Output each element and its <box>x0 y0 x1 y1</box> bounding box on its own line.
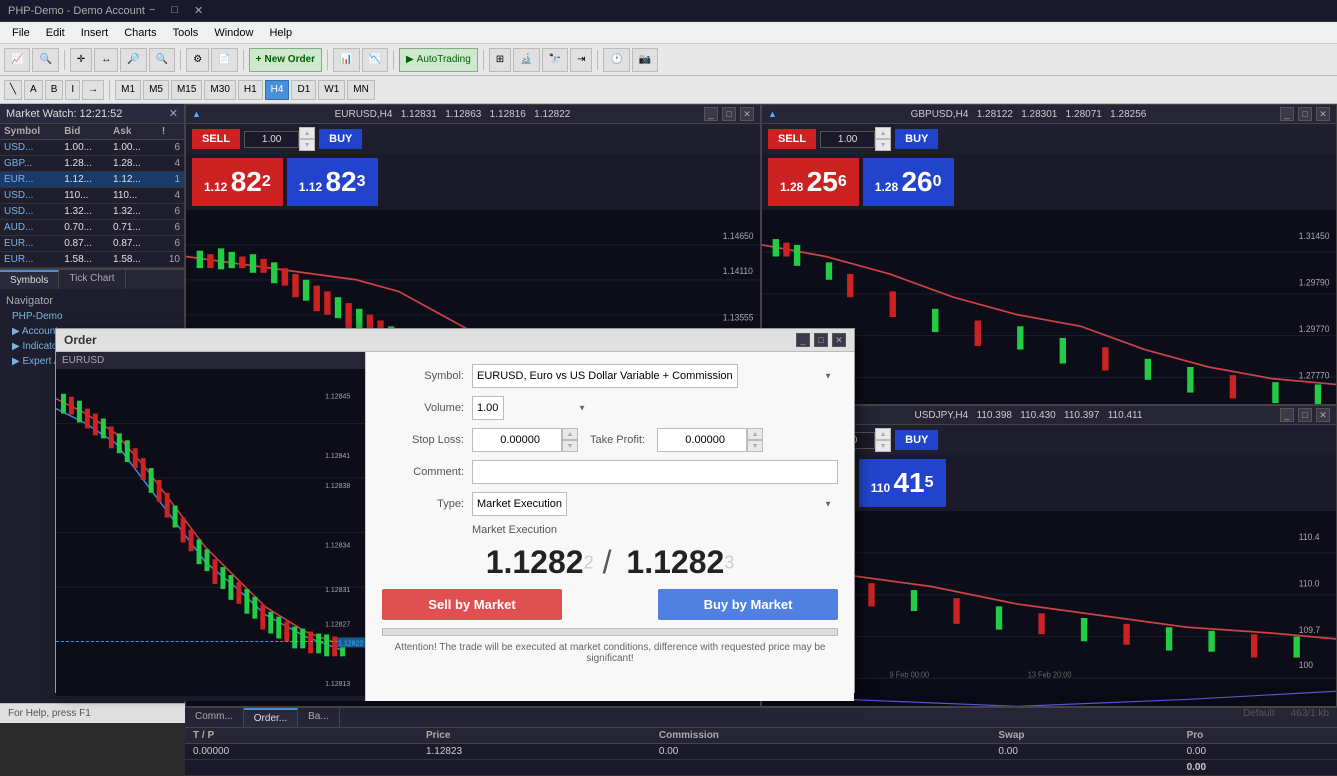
order-price: 1.12823 <box>418 743 651 759</box>
form-symbol-select[interactable]: EURUSD, Euro vs US Dollar Variable + Com… <box>472 364 738 388</box>
form-row-symbol: Symbol: EURUSD, Euro vs US Dollar Variab… <box>382 364 838 388</box>
form-tp-wrap: ▲ ▼ <box>657 428 763 452</box>
form-sl-wrap: ▲ ▼ <box>472 428 578 452</box>
orders-total-label <box>185 759 1179 775</box>
modal-max[interactable]: □ <box>814 333 828 347</box>
svg-text:1.12831: 1.12831 <box>325 587 350 594</box>
form-tp-input[interactable] <box>657 428 747 452</box>
svg-text:1.12838: 1.12838 <box>325 483 350 490</box>
form-volume-label: Volume: <box>382 402 472 414</box>
svg-text:1.12845: 1.12845 <box>325 394 350 401</box>
modal-chart-svg: 1.12822 1.12845 1.12841 1.12838 1.12834 … <box>56 369 365 696</box>
modal-bid-sup: 2 <box>584 552 594 572</box>
modal-form: Symbol: EURUSD, Euro vs US Dollar Variab… <box>366 352 854 701</box>
form-symbol-wrap: EURUSD, Euro vs US Dollar Variable + Com… <box>472 364 838 388</box>
modal-price-display: 1.12822 / 1.12823 <box>382 544 838 581</box>
modal-chart: EURUSD <box>56 352 366 701</box>
form-comment-label: Comment: <box>382 466 472 478</box>
modal-title-bar: Order _ □ ✕ <box>56 329 854 352</box>
modal-chart-title: EURUSD <box>56 352 365 369</box>
exec-type-label: Market Execution <box>472 524 838 536</box>
svg-text:1.12813: 1.12813 <box>325 681 350 688</box>
modal-close[interactable]: ✕ <box>832 333 846 347</box>
svg-text:1.12841: 1.12841 <box>325 453 350 460</box>
col-commission: Commission <box>651 728 991 744</box>
col-swap: Swap <box>990 728 1178 744</box>
form-sl-up[interactable]: ▲ <box>562 428 578 440</box>
modal-price-slash: / <box>603 544 621 580</box>
modal-controls: _ □ ✕ <box>796 333 846 347</box>
form-type-select[interactable]: Market Execution Pending Order <box>472 492 567 516</box>
order-tp: 0.00000 <box>185 743 418 759</box>
form-type-wrap: Market Execution Pending Order <box>472 492 838 516</box>
form-comment-input[interactable] <box>472 460 838 484</box>
modal-title: Order <box>64 333 97 347</box>
form-type-label: Type: <box>382 498 472 510</box>
order-modal: Order _ □ ✕ EURUSD <box>55 328 855 693</box>
form-row-volume: Volume: 1.00 0.10 2.00 <box>382 396 838 420</box>
form-row-type: Type: Market Execution Pending Order <box>382 492 838 516</box>
form-sl-label: Stop Loss: <box>382 434 472 446</box>
form-row-comment: Comment: <box>382 460 838 484</box>
order-swap: 0.00 <box>990 743 1178 759</box>
orders-table: T / P Price Commission Swap Pro 0.00000 … <box>185 728 1337 776</box>
modal-bid-price: 1.1282 <box>486 544 584 580</box>
form-sl-spinner: ▲ ▼ <box>562 428 578 452</box>
order-row: 0.00000 1.12823 0.00 0.00 0.00 <box>185 743 1337 759</box>
modal-overlay: Order _ □ ✕ EURUSD <box>0 0 1337 723</box>
form-symbol-label: Symbol: <box>382 370 472 382</box>
form-tp-spinner: ▲ ▼ <box>747 428 763 452</box>
form-volume-select[interactable]: 1.00 0.10 2.00 <box>472 396 504 420</box>
orders-total-row: 0.00 <box>185 759 1337 775</box>
modal-min[interactable]: _ <box>796 333 810 347</box>
form-row-sl-tp: Stop Loss: ▲ ▼ Take Profit: ▲ ▼ <box>382 428 838 452</box>
modal-btn-row: Sell by Market Buy by Market <box>382 589 838 620</box>
svg-text:1.12827: 1.12827 <box>325 622 350 629</box>
col-price: Price <box>418 728 651 744</box>
svg-text:1.12834: 1.12834 <box>325 542 350 549</box>
form-tp-down[interactable]: ▼ <box>747 440 763 452</box>
modal-ask-sup: 3 <box>724 552 734 572</box>
modal-body: EURUSD <box>56 352 854 701</box>
order-commission: 0.00 <box>651 743 991 759</box>
form-volume-wrap: 1.00 0.10 2.00 <box>472 396 592 420</box>
form-sl-input[interactable] <box>472 428 562 452</box>
order-pro: 0.00 <box>1179 743 1337 759</box>
col-pro: Pro <box>1179 728 1337 744</box>
form-tp-up[interactable]: ▲ <box>747 428 763 440</box>
form-sl-down[interactable]: ▼ <box>562 440 578 452</box>
modal-attention-text: Attention! The trade will be executed at… <box>382 642 838 664</box>
svg-text:1.12822: 1.12822 <box>338 640 363 647</box>
orders-total-value: 0.00 <box>1179 759 1337 775</box>
modal-progress-bar <box>382 628 838 636</box>
buy-market-btn[interactable]: Buy by Market <box>658 589 838 620</box>
sell-market-btn[interactable]: Sell by Market <box>382 589 562 620</box>
form-tp-label: Take Profit: <box>578 434 657 446</box>
col-tp: T / P <box>185 728 418 744</box>
modal-ask-price: 1.1282 <box>626 544 724 580</box>
